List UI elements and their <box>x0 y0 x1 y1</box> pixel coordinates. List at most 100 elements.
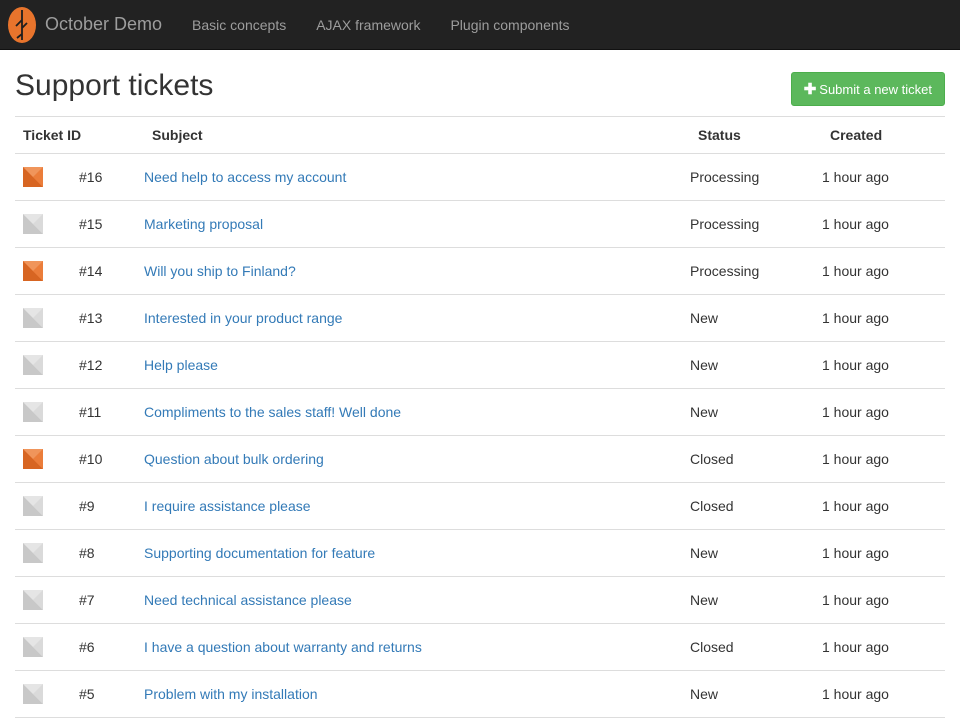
ticket-status: New <box>690 670 822 718</box>
main-content: Support tickets ✚ Submit a new ticket <box>0 50 960 116</box>
ticket-created: 1 hour ago <box>822 529 945 577</box>
default-avatar-icon <box>23 167 43 187</box>
subject-cell: Problem with my installation <box>144 670 690 718</box>
ticket-subject-link[interactable]: I require assistance please <box>144 498 311 514</box>
ticket-id: #16 <box>79 153 144 201</box>
table-row[interactable]: #15 Marketing proposal Processing 1 hour ag… <box>15 200 945 248</box>
submit-ticket-label: Submit a new ticket <box>819 81 932 97</box>
default-avatar-icon <box>23 355 43 375</box>
ticket-status: New <box>690 341 822 389</box>
ticket-subject-link[interactable]: I have a question about warranty and ret… <box>144 639 422 655</box>
ticket-id: #7 <box>79 576 144 624</box>
ticket-id: #11 <box>79 388 144 436</box>
ticket-status: New <box>690 529 822 577</box>
avatar-cell <box>15 435 79 483</box>
ticket-subject-link[interactable]: Supporting documentation for feature <box>144 545 375 561</box>
ticket-id: #14 <box>79 247 144 295</box>
ticket-status: New <box>690 294 822 342</box>
ticket-created: 1 hour ago <box>822 294 945 342</box>
subject-cell: Help please <box>144 341 690 389</box>
ticket-created: 1 hour ago <box>822 435 945 483</box>
header-created: Created <box>822 116 945 154</box>
header-subject: Subject <box>144 116 690 154</box>
table-row[interactable]: #6 I have a question about warranty and r… <box>15 623 945 671</box>
table-header-row: Ticket ID Subject Status Created <box>15 116 945 154</box>
subject-cell: I require assistance please <box>144 482 690 530</box>
table-row[interactable]: #11 Compliments to the sales staff! Well … <box>15 388 945 436</box>
ticket-subject-link[interactable]: Need help to access my account <box>144 169 346 185</box>
avatar-cell <box>15 576 79 624</box>
ticket-subject-link[interactable]: Problem with my installation <box>144 686 318 702</box>
avatar-cell <box>15 294 79 342</box>
header-ticket-id: Ticket ID <box>15 116 144 154</box>
tickets-table: Ticket ID Subject Status Created #16 Need… <box>15 116 945 718</box>
ticket-status: Processing <box>690 247 822 295</box>
table-row[interactable]: #7 Need technical assistance please New 1 h… <box>15 576 945 624</box>
ticket-id: #15 <box>79 200 144 248</box>
avatar-cell <box>15 529 79 577</box>
ticket-subject-link[interactable]: Interested in your product range <box>144 310 342 326</box>
main-nav: Basic concepts AJAX framework Plugin com… <box>177 17 585 33</box>
nav-plugin-components[interactable]: Plugin components <box>435 17 584 33</box>
default-avatar-icon <box>23 261 43 281</box>
table-row[interactable]: #8 Supporting documentation for feature Ne… <box>15 529 945 577</box>
default-avatar-icon <box>23 637 43 657</box>
tickets-body: #16 Need help to access my account Process… <box>15 153 945 718</box>
ticket-status: Closed <box>690 435 822 483</box>
subject-cell: Will you ship to Finland? <box>144 247 690 295</box>
nav-ajax-framework[interactable]: AJAX framework <box>301 17 435 33</box>
avatar-cell <box>15 388 79 436</box>
subject-cell: Need technical assistance please <box>144 576 690 624</box>
subject-cell: Question about bulk ordering <box>144 435 690 483</box>
ticket-subject-link[interactable]: Need technical assistance please <box>144 592 352 608</box>
avatar-cell <box>15 341 79 389</box>
default-avatar-icon <box>23 402 43 422</box>
ticket-created: 1 hour ago <box>822 200 945 248</box>
brand-link[interactable]: October Demo <box>7 6 162 44</box>
ticket-id: #9 <box>79 482 144 530</box>
table-row[interactable]: #16 Need help to access my account Process… <box>15 153 945 201</box>
default-avatar-icon <box>23 496 43 516</box>
table-row[interactable]: #10 Question about bulk ordering Closed 1 h… <box>15 435 945 483</box>
table-row[interactable]: #14 Will you ship to Finland? Processing 1 … <box>15 247 945 295</box>
submit-ticket-button[interactable]: ✚ Submit a new ticket <box>790 72 945 106</box>
plus-icon: ✚ <box>803 80 817 98</box>
ticket-id: #13 <box>79 294 144 342</box>
ticket-created: 1 hour ago <box>822 482 945 530</box>
ticket-subject-link[interactable]: Will you ship to Finland? <box>144 263 296 279</box>
ticket-created: 1 hour ago <box>822 623 945 671</box>
page-title: Support tickets <box>15 69 214 102</box>
default-avatar-icon <box>23 308 43 328</box>
nav-basic-concepts[interactable]: Basic concepts <box>177 17 301 33</box>
default-avatar-icon <box>23 684 43 704</box>
avatar-cell <box>15 623 79 671</box>
ticket-subject-link[interactable]: Help please <box>144 357 218 373</box>
ticket-subject-link[interactable]: Compliments to the sales staff! Well don… <box>144 404 401 420</box>
table-row[interactable]: #13 Interested in your product range New 1 … <box>15 294 945 342</box>
default-avatar-icon <box>23 449 43 469</box>
ticket-created: 1 hour ago <box>822 576 945 624</box>
ticket-created: 1 hour ago <box>822 341 945 389</box>
ticket-id: #6 <box>79 623 144 671</box>
avatar-cell <box>15 247 79 295</box>
brand-name: October Demo <box>45 14 163 34</box>
ticket-id: #10 <box>79 435 144 483</box>
table-row[interactable]: #9 I require assistance please Closed 1 hou… <box>15 482 945 530</box>
ticket-status: New <box>690 576 822 624</box>
ticket-created: 1 hour ago <box>822 153 945 201</box>
ticket-created: 1 hour ago <box>822 670 945 718</box>
table-row[interactable]: #5 Problem with my installation New 1 hour … <box>15 670 945 718</box>
subject-cell: Need help to access my account <box>144 153 690 201</box>
ticket-status: New <box>690 388 822 436</box>
page-header: Support tickets ✚ Submit a new ticket <box>0 50 960 116</box>
ticket-subject-link[interactable]: Marketing proposal <box>144 216 263 232</box>
top-navbar: October Demo Basic concepts AJAX framewo… <box>0 0 960 50</box>
ticket-status: Closed <box>690 623 822 671</box>
ticket-status: Processing <box>690 153 822 201</box>
avatar-cell <box>15 482 79 530</box>
ticket-subject-link[interactable]: Question about bulk ordering <box>144 451 324 467</box>
table-row[interactable]: #12 Help please New 1 hour ago <box>15 341 945 389</box>
avatar-cell <box>15 153 79 201</box>
subject-cell: Interested in your product range <box>144 294 690 342</box>
subject-cell: Marketing proposal <box>144 200 690 248</box>
